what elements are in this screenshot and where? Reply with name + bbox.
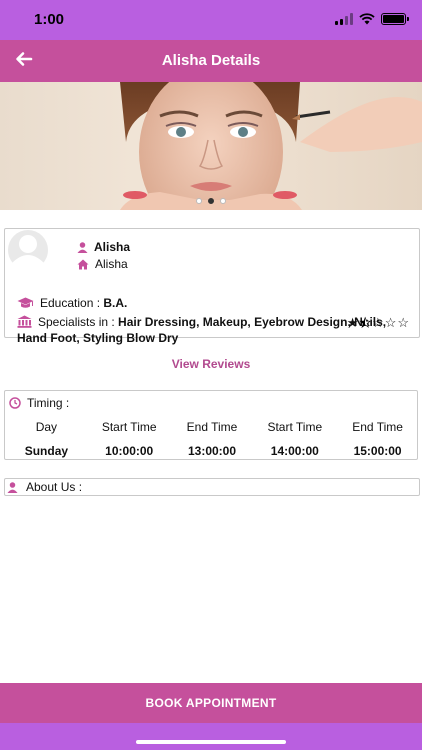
- timing-col-header: End Time: [186, 420, 238, 434]
- book-appointment-button[interactable]: BOOK APPOINTMENT: [0, 683, 422, 723]
- timing-value-row: Sunday 10:00:00 13:00:00 14:00:00 15:00:…: [5, 439, 419, 463]
- star-empty-icon: ☆: [384, 315, 397, 330]
- timing-cell: 15:00:00: [353, 444, 402, 458]
- bottom-bar: [0, 723, 422, 750]
- battery-icon: [381, 13, 409, 25]
- about-card: About Us :: [4, 478, 420, 496]
- wifi-icon: [359, 13, 375, 25]
- carousel-dots: [0, 198, 422, 204]
- timing-header-row: Day Start Time End Time Start Time End T…: [5, 415, 419, 439]
- view-reviews-link[interactable]: View Reviews: [0, 357, 422, 371]
- timing-col-header: End Time: [352, 420, 403, 434]
- status-bar: 1:00: [0, 0, 422, 40]
- timing-col-header: Start Time: [267, 420, 323, 434]
- star-empty-icon: ☆: [372, 315, 384, 330]
- star-filled-icon: ★: [346, 315, 359, 330]
- timing-header: Timing :: [9, 396, 69, 410]
- timing-cell: 10:00:00: [105, 444, 154, 458]
- graduation-cap-icon: [17, 297, 34, 308]
- avatar: [7, 229, 49, 263]
- profile-name: Alisha: [94, 240, 131, 254]
- carousel-dot[interactable]: [196, 198, 202, 204]
- signal-icon: [335, 13, 353, 25]
- timing-cell: 13:00:00: [187, 444, 237, 458]
- education-label: Education :: [40, 296, 104, 310]
- page-title: Alisha Details: [161, 52, 261, 69]
- profile-salon-row: Alisha: [77, 257, 128, 271]
- timing-card: Timing : Day Start Time End Time Start T…: [4, 390, 418, 460]
- timing-table: Day Start Time End Time Start Time End T…: [5, 415, 419, 463]
- status-icons: [335, 13, 409, 25]
- timing-col-header: Day: [35, 420, 58, 434]
- home-icon: [77, 259, 89, 269]
- home-indicator[interactable]: [136, 740, 286, 744]
- timing-col-header: Start Time: [101, 420, 157, 434]
- app-header: Alisha Details: [0, 40, 422, 82]
- profile-sub-name: Alisha: [95, 257, 128, 271]
- institution-icon: [17, 315, 32, 328]
- user-icon: [77, 241, 88, 253]
- image-carousel[interactable]: [0, 82, 422, 210]
- education-value: B.A.: [103, 296, 128, 310]
- specialists-label: Specialists in :: [38, 315, 119, 329]
- carousel-dot-active[interactable]: [208, 198, 214, 204]
- about-label: About Us :: [26, 480, 83, 494]
- star-empty-icon: ☆: [397, 315, 409, 330]
- carousel-dot[interactable]: [220, 198, 226, 204]
- profile-name-row: Alisha: [77, 240, 130, 254]
- banner-image: [120, 82, 422, 210]
- education-row: Education : B.A.: [17, 296, 127, 310]
- user-icon: [7, 481, 18, 493]
- rating-stars: ★ ★ ☆ ☆ ☆: [346, 315, 409, 330]
- timing-cell: Sunday: [24, 444, 69, 458]
- status-time: 1:00: [34, 11, 65, 28]
- timing-cell: 14:00:00: [270, 444, 319, 458]
- profile-card: Alisha Alisha Education : B.A. Specialis…: [4, 228, 420, 345]
- timing-label: Timing :: [27, 396, 70, 410]
- clock-icon: [9, 397, 21, 409]
- star-half-icon: ★: [359, 315, 372, 330]
- about-row: About Us :: [7, 480, 82, 494]
